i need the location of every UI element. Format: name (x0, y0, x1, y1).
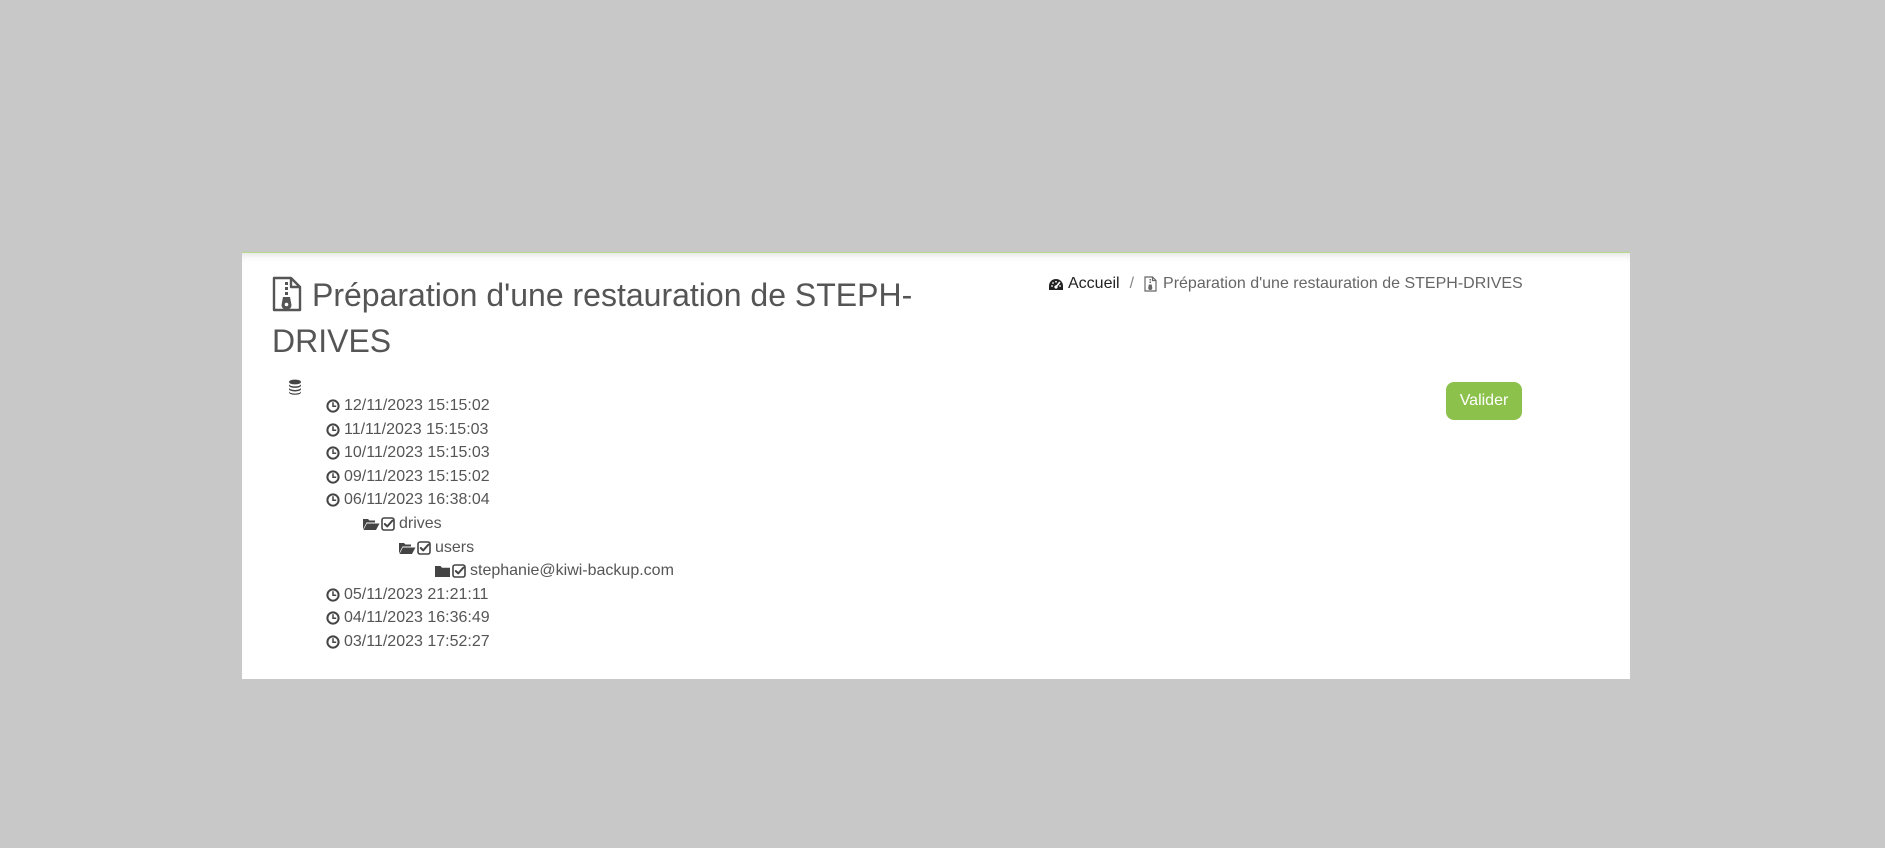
clock-icon (326, 446, 340, 460)
snapshot-item[interactable]: 09/11/2023 15:15:02 (326, 466, 490, 488)
snapshot-item[interactable]: 11/11/2023 15:15:03 (326, 419, 488, 441)
snapshot-item[interactable]: 05/11/2023 21:21:11 (326, 584, 488, 606)
snapshot-date: 05/11/2023 21:21:11 (344, 585, 489, 603)
folder-open-icon (399, 542, 416, 554)
clock-icon (326, 470, 340, 484)
folder-open-icon (363, 519, 380, 530)
checkbox-checked-icon[interactable] (417, 540, 431, 555)
checkbox-checked-icon[interactable] (381, 517, 395, 531)
snapshot-item[interactable]: 06/11/2023 16:38:04 (326, 489, 490, 511)
clock-icon (326, 588, 340, 602)
snapshot-date: 11/11/2023 15:15:03 (344, 420, 489, 438)
folder-name: users (435, 538, 475, 556)
clock-icon (326, 611, 340, 625)
clock-icon (326, 493, 340, 507)
snapshot-date: 09/11/2023 15:15:02 (344, 467, 490, 485)
clock-icon (326, 399, 340, 413)
snapshot-date: 03/11/2023 17:52:27 (344, 633, 490, 650)
snapshot-date: 12/11/2023 15:15:02 (344, 397, 490, 414)
database-icon (289, 379, 301, 395)
tree-root[interactable] (288, 376, 302, 398)
restore-tree: 12/11/2023 15:15:02 11/11/2023 15:15:03 10… (242, 253, 1630, 679)
folder-name: drives (399, 515, 442, 532)
snapshot-date: 06/11/2023 16:38:04 (344, 491, 490, 509)
snapshot-item[interactable]: 04/11/2023 16:36:49 (326, 607, 490, 629)
folder-item[interactable]: stephanie@kiwi-backup.com (434, 560, 674, 582)
snapshot-date: 10/11/2023 15:15:03 (344, 444, 490, 462)
checkbox-checked-icon[interactable] (452, 564, 466, 578)
folder-item[interactable]: drives (362, 513, 442, 535)
folder-name: stephanie@kiwi-backup.com (470, 562, 674, 580)
clock-icon (326, 422, 340, 437)
snapshot-item[interactable]: 12/11/2023 15:15:02 (326, 395, 490, 417)
snapshot-date: 04/11/2023 16:36:49 (344, 609, 490, 627)
restore-panel: Préparation d'une restauration de STEPH-… (242, 252, 1630, 679)
clock-icon (326, 635, 340, 649)
snapshot-item[interactable]: 10/11/2023 15:15:03 (326, 442, 490, 464)
folder-item[interactable]: users (398, 537, 474, 559)
snapshot-item[interactable]: 03/11/2023 17:52:27 (326, 631, 490, 653)
folder-icon (435, 566, 450, 578)
